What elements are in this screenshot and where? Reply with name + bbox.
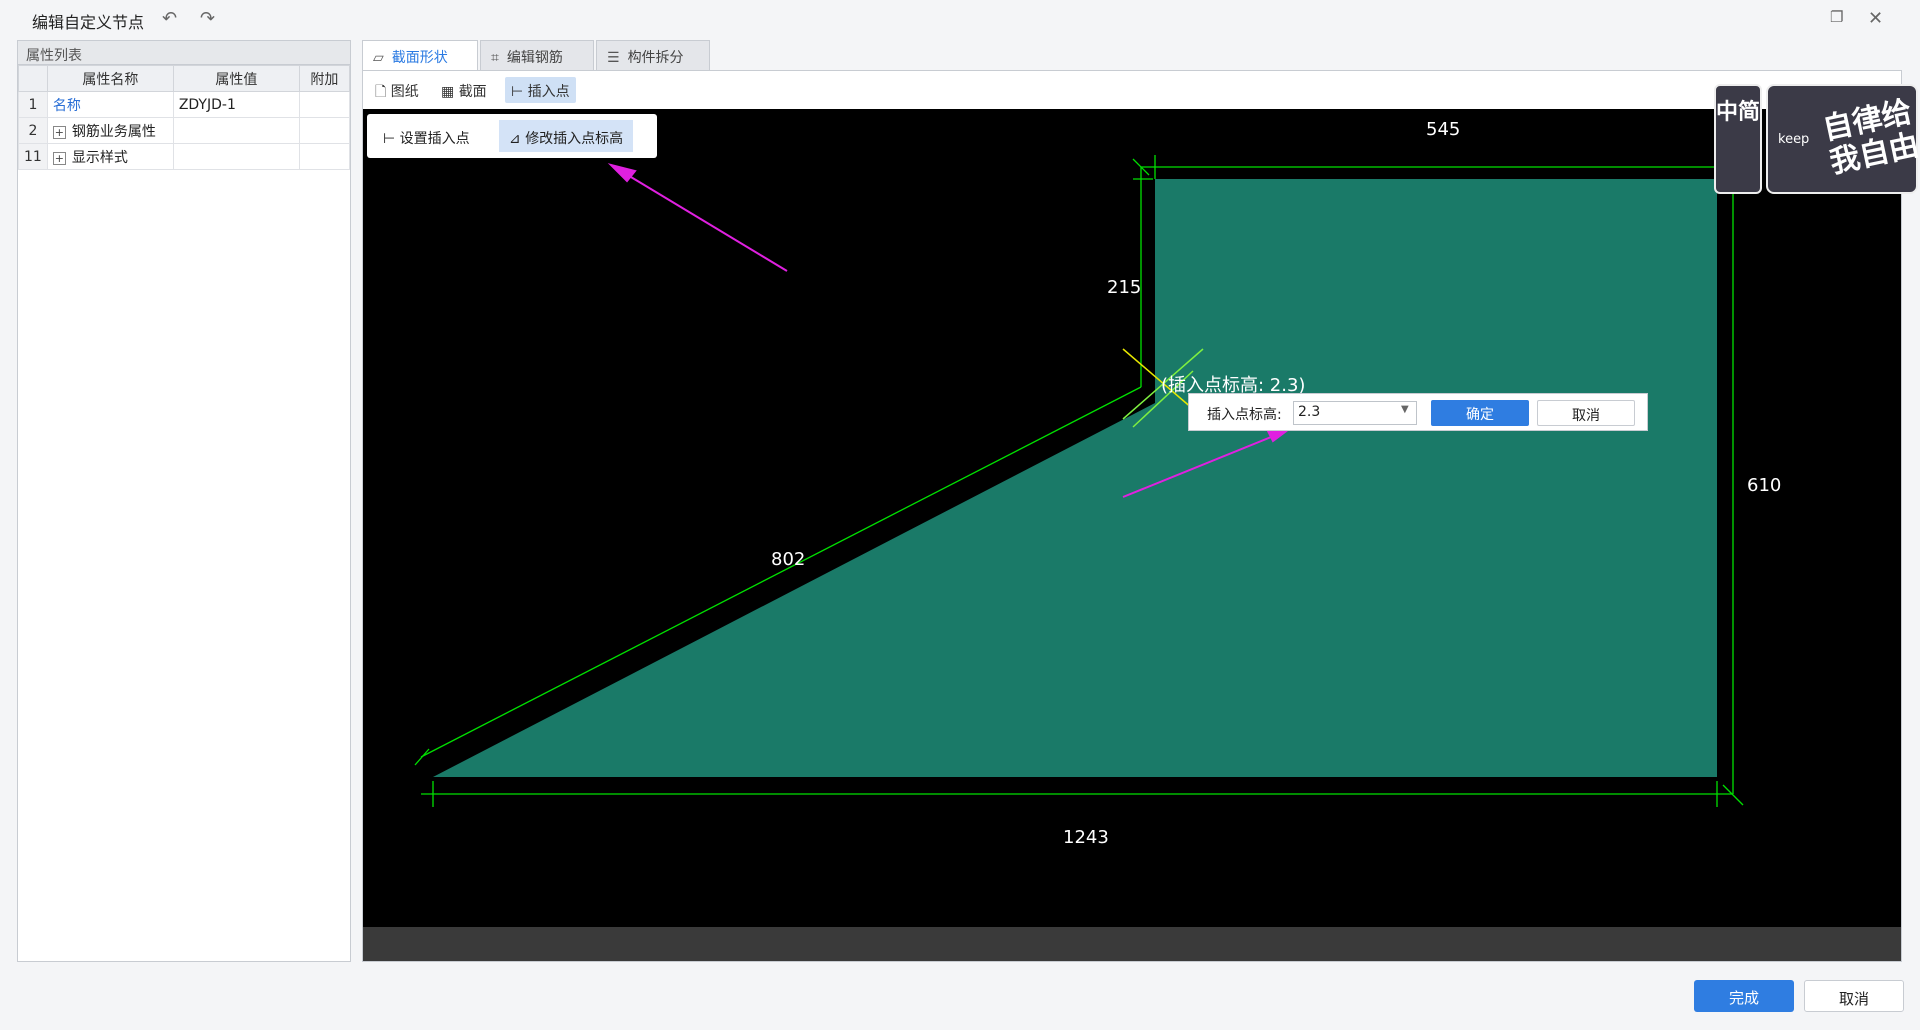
row-number: 11: [18, 143, 48, 170]
insert-point-button[interactable]: ⊢ 插入点: [505, 77, 576, 103]
section-shape: [433, 179, 1717, 777]
insert-point-popup-menu: ⊢ 设置插入点 ⊿ 修改插入点标高: [367, 114, 657, 158]
tab-label: 构件拆分: [627, 50, 684, 66]
property-table-header: 属性名称 属性值 附加: [18, 65, 351, 92]
property-name-label: 钢筋业务属性: [71, 123, 156, 140]
canvas-status-strip: [363, 927, 1901, 961]
table-row[interactable]: 11 + 显示样式: [18, 143, 351, 170]
redo-icon[interactable]: ↷: [200, 8, 215, 29]
tab-label: 编辑钢筋: [506, 50, 563, 66]
property-table: 属性名称 属性值 附加 1 名称 ZDYJD-1 2 + 钢筋业务属性 11 + 显…: [18, 65, 351, 170]
tab-section-shape[interactable]: ▱ 截面形状: [362, 40, 478, 71]
finish-button[interactable]: 完成: [1694, 980, 1794, 1012]
modify-elevation-button[interactable]: ⊿ 修改插入点标高: [499, 120, 634, 152]
restore-icon[interactable]: ❐: [1830, 8, 1843, 26]
row-number-header: [18, 65, 48, 92]
row-number: 1: [18, 91, 48, 118]
property-name-label: 显示样式: [71, 149, 128, 166]
property-name[interactable]: + 钢筋业务属性: [46, 117, 174, 144]
elevation-label: 插入点标高:: [1207, 407, 1282, 423]
badge-right: keep 自律给我自由: [1766, 84, 1920, 194]
property-list-title: 属性列表: [18, 41, 350, 65]
property-extra[interactable]: [298, 91, 351, 118]
elevation-input[interactable]: 2.3: [1293, 401, 1417, 425]
keep-logo-text: keep: [1778, 132, 1810, 147]
edit-rebar-icon: ⌗: [491, 50, 499, 66]
table-row[interactable]: 1 名称 ZDYJD-1: [18, 91, 351, 118]
column-header-extra: 附加: [298, 65, 351, 92]
drawing-icon: 🗋: [375, 84, 391, 100]
tab-component-split[interactable]: ☰ 构件拆分: [596, 40, 710, 70]
chevron-down-icon[interactable]: ▼: [1401, 404, 1409, 415]
drawing-label: 图纸: [390, 84, 419, 100]
expand-icon[interactable]: +: [52, 151, 66, 165]
property-list-panel: 属性列表 属性名称 属性值 附加 1 名称 ZDYJD-1 2 + 钢筋业务属性: [17, 40, 351, 962]
property-value[interactable]: [172, 117, 300, 144]
elevation-input-box: 插入点标高: 2.3 ▼ 确定 取消: [1188, 393, 1648, 431]
property-value[interactable]: [172, 143, 300, 170]
close-icon[interactable]: ✕: [1868, 8, 1883, 29]
section-label: 截面: [458, 84, 487, 100]
cancel-button[interactable]: 取消: [1804, 980, 1904, 1012]
dimension-left-vertical: 215: [1107, 277, 1142, 298]
drawing-button[interactable]: 🗋 图纸: [369, 77, 425, 103]
modify-elevation-label: 修改插入点标高: [525, 131, 624, 147]
property-extra[interactable]: [298, 117, 351, 144]
property-extra[interactable]: [298, 143, 351, 170]
section-icon: ▦: [441, 84, 459, 100]
column-header-name: 属性名称: [46, 65, 174, 92]
section-drawing: [414, 155, 1744, 807]
section-shape-icon: ▱: [373, 50, 384, 66]
tab-edit-rebar[interactable]: ⌗ 编辑钢筋: [480, 40, 594, 70]
property-value[interactable]: ZDYJD-1: [172, 91, 300, 118]
set-insert-point-icon: ⊢: [383, 131, 400, 147]
dimension-right-vertical: 610: [1747, 475, 1782, 496]
column-header-value: 属性值: [172, 65, 300, 92]
badge-slogan: 自律给我自由: [1819, 94, 1920, 181]
section-button[interactable]: ▦ 截面: [435, 77, 493, 103]
title-bar: 编辑自定义节点 ↶ ↷ ❐ ✕: [0, 0, 1920, 38]
custom-node-editor-window: 编辑自定义节点 ↶ ↷ ❐ ✕ 属性列表 属性名称 属性值 附加 1 名称 ZD…: [0, 0, 1920, 1030]
property-name[interactable]: 名称: [46, 91, 174, 118]
component-split-icon: ☰: [607, 50, 620, 66]
expand-icon[interactable]: +: [52, 125, 66, 139]
window-title: 编辑自定义节点: [32, 13, 145, 32]
watermark-badge: 中简 keep 自律给我自由: [1714, 84, 1920, 194]
drawing-canvas[interactable]: 545 215 610 802 1243 (插入点标高: 2.3) ⊢ 设置插入…: [363, 109, 1901, 927]
modify-elevation-icon: ⊿: [509, 131, 526, 147]
insert-point-label: 插入点: [527, 84, 570, 100]
cancel-elevation-button[interactable]: 取消: [1537, 400, 1635, 426]
section-editor-content: 🗋 图纸 ▦ 截面 ⊢ 插入点 545 215 610 802 1243 (插入…: [362, 70, 1902, 962]
set-insert-point-label: 设置插入点: [399, 131, 470, 147]
insert-point-icon: ⊢: [511, 84, 528, 100]
dimension-top: 545: [1426, 119, 1461, 140]
set-insert-point-button[interactable]: ⊢ 设置插入点: [373, 120, 480, 152]
undo-icon[interactable]: ↶: [162, 8, 177, 29]
badge-left-text: 中简: [1714, 84, 1762, 194]
property-name[interactable]: + 显示样式: [46, 143, 174, 170]
tab-label: 截面形状: [391, 50, 448, 66]
dimension-bottom: 1243: [1063, 827, 1109, 848]
table-row[interactable]: 2 + 钢筋业务属性: [18, 117, 351, 144]
row-number: 2: [18, 117, 48, 144]
confirm-button[interactable]: 确定: [1431, 400, 1529, 426]
dimension-slope: 802: [771, 549, 806, 570]
